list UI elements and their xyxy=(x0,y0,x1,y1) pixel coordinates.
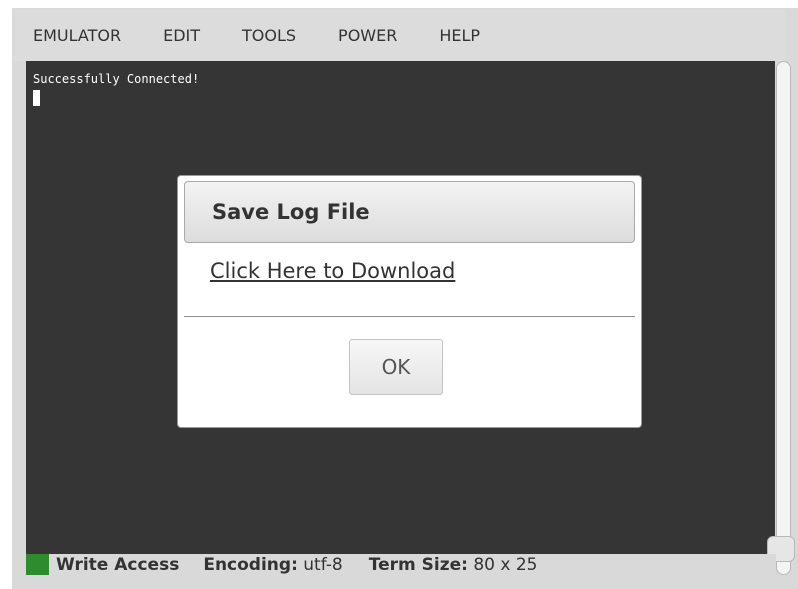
menu-bar: EMULATOR EDIT TOOLS POWER HELP xyxy=(14,10,786,61)
write-access-label: Write Access xyxy=(56,554,180,575)
term-size-value: 80 x 25 xyxy=(473,554,538,575)
terminal-cursor xyxy=(33,90,40,106)
menu-item-power[interactable]: POWER xyxy=(317,10,418,61)
scrollbar-track[interactable] xyxy=(776,61,791,575)
menu-item-tools[interactable]: TOOLS xyxy=(221,10,317,61)
menu-item-help[interactable]: HELP xyxy=(418,10,501,61)
save-log-dialog: Save Log File Click Here to Download OK xyxy=(177,175,642,428)
term-size-label: Term Size: xyxy=(368,554,468,575)
dialog-title-bar: Save Log File xyxy=(184,181,635,243)
download-link[interactable]: Click Here to Download xyxy=(210,259,455,283)
ok-button[interactable]: OK xyxy=(349,339,443,395)
dialog-title: Save Log File xyxy=(212,200,370,224)
menu-item-emulator[interactable]: EMULATOR xyxy=(14,10,142,61)
status-bar: Write Access Encoding: utf-8 Term Size: … xyxy=(26,554,776,575)
menu-item-edit[interactable]: EDIT xyxy=(142,10,221,61)
terminal-output-line: Successfully Connected! xyxy=(33,72,200,86)
dialog-divider xyxy=(184,316,635,317)
encoding-value: utf-8 xyxy=(303,554,343,575)
encoding-label: Encoding: xyxy=(203,554,298,575)
write-access-indicator xyxy=(26,554,49,575)
